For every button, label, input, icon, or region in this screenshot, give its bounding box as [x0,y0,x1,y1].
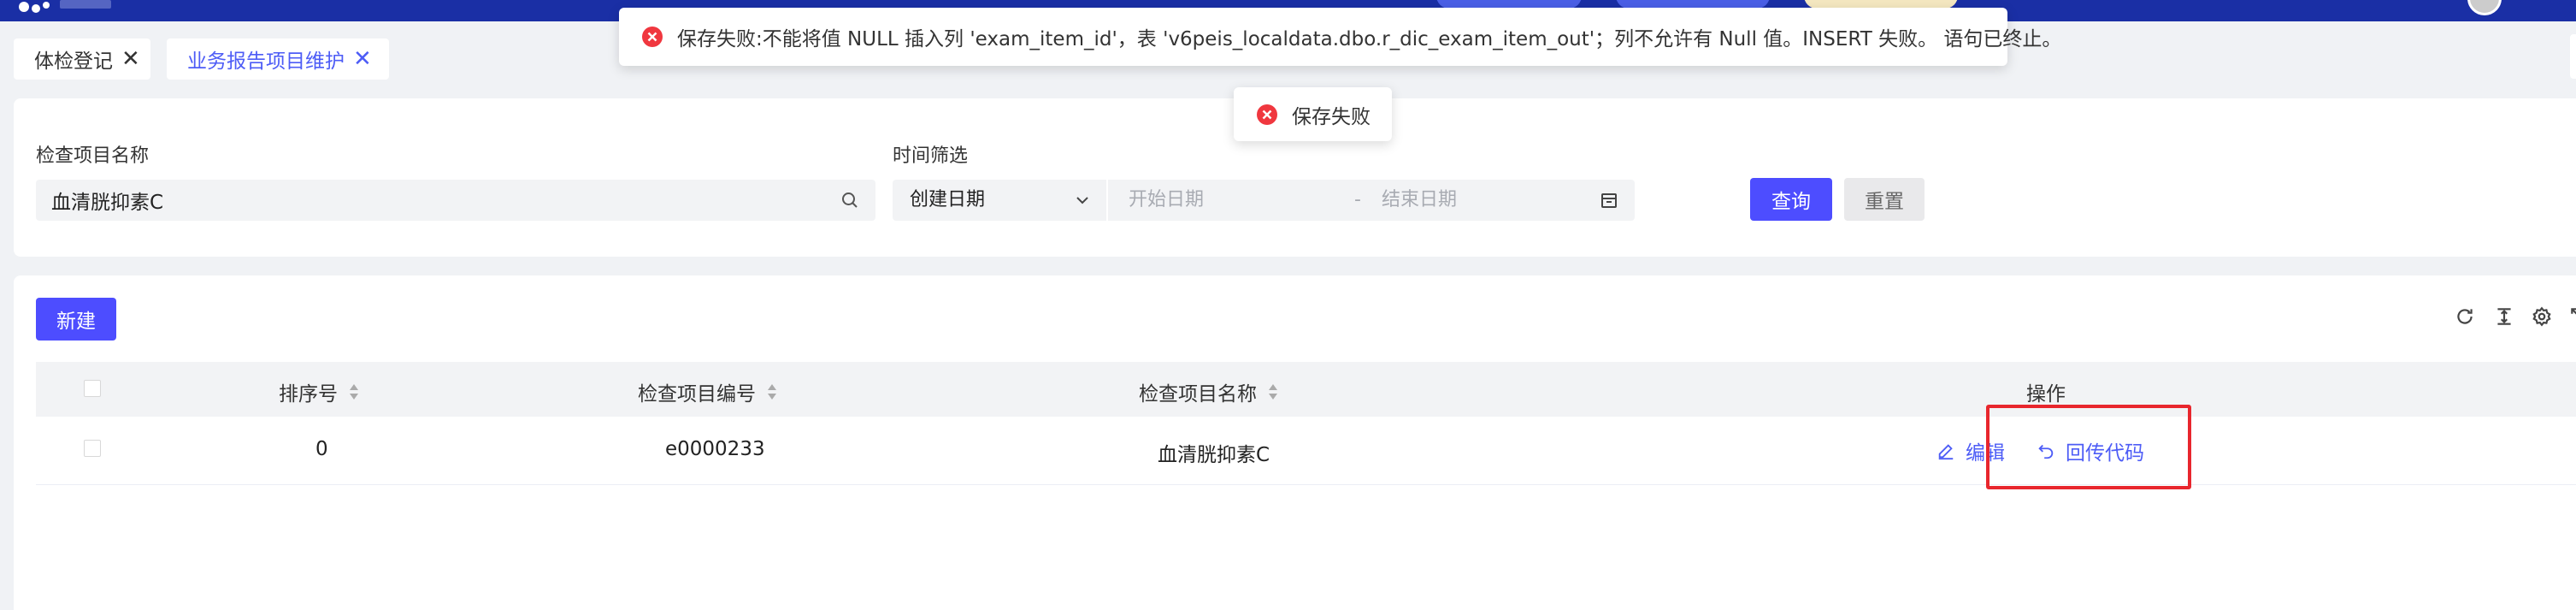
save-failed-message: 保存失败 [1292,105,1371,128]
column-header-actions: 操作 [2026,383,2066,406]
tab-physical-registration[interactable]: 体检登记 ✕ [14,38,150,80]
logo-icon [19,2,50,13]
column-header-item-code[interactable]: 检查项目编号 [638,377,778,406]
item-name-input[interactable]: 血清胱抑素C [36,180,875,221]
tab-bar-stub [2570,34,2576,79]
error-toast: 保存失败:不能将值 NULL 插入列 'exam_item_id'，表 'v6p… [619,8,2061,66]
date-type-select[interactable]: 创建日期 [910,180,985,221]
tab-report-item-maintenance[interactable]: 业务报告项目维护 ✕ [167,38,389,80]
sort-icon[interactable] [766,382,778,401]
item-name-label: 检查项目名称 [36,145,150,167]
error-icon [1257,104,1277,125]
error-toast-message: 保存失败:不能将值 NULL 插入列 'exam_item_id'，表 'v6p… [677,28,2062,50]
divider [1106,180,1108,221]
logo-text [60,0,111,9]
table-row[interactable]: 0 e0000233 血清胱抑素C [36,417,2576,485]
refresh-icon[interactable] [2454,305,2476,328]
close-icon[interactable]: ✕ [353,48,372,70]
save-failed-toast: 保存失败 [1234,87,1392,141]
range-separator: - [1354,189,1361,210]
time-filter-label: 时间筛选 [893,145,969,167]
highlight-annotation-box [1986,405,2191,489]
gear-icon[interactable] [2531,305,2553,328]
chevron-down-icon[interactable] [1072,190,1093,210]
avatar[interactable] [2467,0,2502,15]
cell-order: 0 [315,438,328,460]
tab-label: 业务报告项目维护 [187,50,345,73]
table-header: 排序号 检查项目编号 检查项目名称 操作 [36,362,2576,417]
sort-icon[interactable] [348,382,360,401]
expand-icon[interactable] [2568,305,2576,328]
date-range-picker[interactable]: 创建日期 开始日期 - 结束日期 [893,180,1635,221]
query-button[interactable]: 查询 [1750,178,1832,221]
start-date-input[interactable]: 开始日期 [1129,180,1204,221]
cell-item-code: e0000233 [665,438,765,460]
column-header-item-name[interactable]: 检查项目名称 [1139,377,1279,406]
cell-item-name: 血清胱抑素C [1158,444,1270,466]
tab-label: 体检登记 [34,50,113,73]
density-icon[interactable] [2493,305,2515,328]
error-icon [642,27,663,47]
reset-button[interactable]: 重置 [1844,178,1925,221]
close-icon[interactable]: ✕ [121,48,140,70]
row-checkbox[interactable] [84,440,101,457]
column-header-order[interactable]: 排序号 [279,377,360,406]
edit-icon [1938,444,1954,460]
select-all-checkbox[interactable] [84,380,101,397]
new-button[interactable]: 新建 [36,298,116,341]
item-name-value: 血清胱抑素C [51,192,164,214]
calendar-icon[interactable] [1599,190,1619,210]
end-date-input[interactable]: 结束日期 [1382,180,1457,221]
sort-icon[interactable] [1267,382,1279,401]
search-icon[interactable] [840,190,860,210]
